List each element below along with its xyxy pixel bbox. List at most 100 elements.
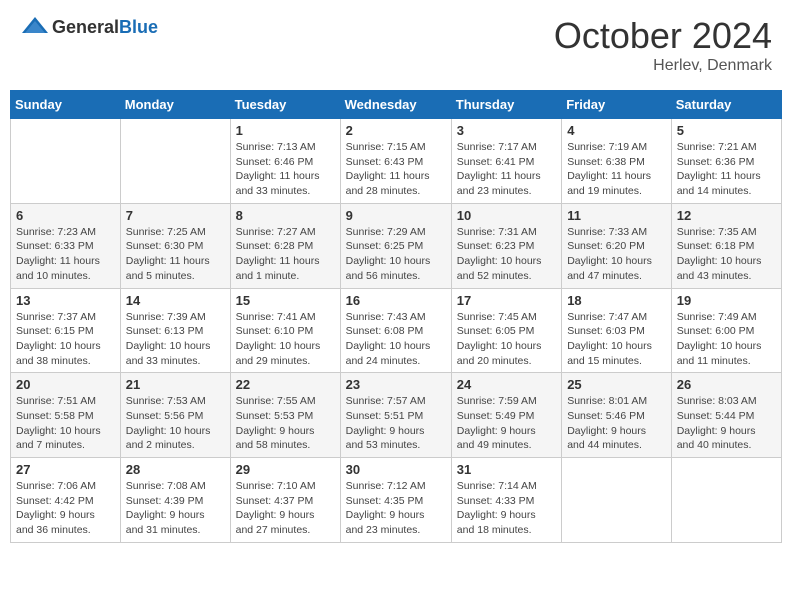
calendar-cell [11, 119, 121, 204]
day-info: Sunrise: 7:21 AM Sunset: 6:36 PM Dayligh… [677, 140, 776, 199]
day-info: Sunrise: 7:59 AM Sunset: 5:49 PM Dayligh… [457, 394, 556, 453]
weekday-header-wednesday: Wednesday [340, 91, 451, 119]
day-number: 9 [346, 208, 446, 223]
day-info: Sunrise: 7:25 AM Sunset: 6:30 PM Dayligh… [126, 225, 225, 284]
day-number: 17 [457, 293, 556, 308]
weekday-header-friday: Friday [562, 91, 672, 119]
calendar-cell: 26 Sunrise: 8:03 AM Sunset: 5:44 PM Dayli… [671, 373, 781, 458]
day-info: Sunrise: 7:13 AM Sunset: 6:46 PM Dayligh… [236, 140, 335, 199]
logo: GeneralBlue [20, 15, 158, 39]
day-info: Sunrise: 7:41 AM Sunset: 6:10 PM Dayligh… [236, 310, 335, 369]
calendar-week-1: 1 Sunrise: 7:13 AM Sunset: 6:46 PM Daylig… [11, 119, 782, 204]
day-info: Sunrise: 7:19 AM Sunset: 6:38 PM Dayligh… [567, 140, 666, 199]
day-number: 19 [677, 293, 776, 308]
day-info: Sunrise: 7:57 AM Sunset: 5:51 PM Dayligh… [346, 394, 446, 453]
calendar-cell: 12 Sunrise: 7:35 AM Sunset: 6:18 PM Dayli… [671, 203, 781, 288]
calendar-cell: 10 Sunrise: 7:31 AM Sunset: 6:23 PM Dayli… [451, 203, 561, 288]
day-info: Sunrise: 8:03 AM Sunset: 5:44 PM Dayligh… [677, 394, 776, 453]
day-number: 30 [346, 462, 446, 477]
day-number: 8 [236, 208, 335, 223]
calendar-week-3: 13 Sunrise: 7:37 AM Sunset: 6:15 PM Dayli… [11, 288, 782, 373]
page-header: GeneralBlue October 2024 Herlev, Denmark [10, 10, 782, 80]
calendar-week-5: 27 Sunrise: 7:06 AM Sunset: 4:42 PM Dayli… [11, 458, 782, 543]
day-info: Sunrise: 7:55 AM Sunset: 5:53 PM Dayligh… [236, 394, 335, 453]
calendar-cell: 9 Sunrise: 7:29 AM Sunset: 6:25 PM Daylig… [340, 203, 451, 288]
day-number: 3 [457, 123, 556, 138]
calendar-cell: 21Sunrise: 7:53 AM Sunset: 5:56 PM Dayli… [120, 373, 230, 458]
day-info: Sunrise: 7:12 AM Sunset: 4:35 PM Dayligh… [346, 479, 446, 538]
calendar-cell: 16 Sunrise: 7:43 AM Sunset: 6:08 PM Dayli… [340, 288, 451, 373]
logo-text: GeneralBlue [52, 17, 158, 38]
day-info: Sunrise: 7:39 AM Sunset: 6:13 PM Dayligh… [126, 310, 225, 369]
day-info: Sunrise: 7:08 AM Sunset: 4:39 PM Dayligh… [126, 479, 225, 538]
calendar-cell: 17 Sunrise: 7:45 AM Sunset: 6:05 PM Dayli… [451, 288, 561, 373]
calendar-cell: 27 Sunrise: 7:06 AM Sunset: 4:42 PM Dayli… [11, 458, 121, 543]
calendar-table: SundayMondayTuesdayWednesdayThursdayFrid… [10, 90, 782, 543]
day-info: Sunrise: 7:27 AM Sunset: 6:28 PM Dayligh… [236, 225, 335, 284]
day-info: Sunrise: 7:37 AM Sunset: 6:15 PM Dayligh… [16, 310, 115, 369]
weekday-header-tuesday: Tuesday [230, 91, 340, 119]
calendar-cell: 1 Sunrise: 7:13 AM Sunset: 6:46 PM Daylig… [230, 119, 340, 204]
calendar-cell: 19 Sunrise: 7:49 AM Sunset: 6:00 PM Dayli… [671, 288, 781, 373]
day-info: Sunrise: 7:43 AM Sunset: 6:08 PM Dayligh… [346, 310, 446, 369]
weekday-header-saturday: Saturday [671, 91, 781, 119]
day-info: Sunrise: 8:01 AM Sunset: 5:46 PM Dayligh… [567, 394, 666, 453]
day-number: 5 [677, 123, 776, 138]
day-number: 20 [16, 377, 115, 392]
day-info: Sunrise: 7:31 AM Sunset: 6:23 PM Dayligh… [457, 225, 556, 284]
calendar-cell [120, 119, 230, 204]
day-info: Sunrise: 7:10 AM Sunset: 4:37 PM Dayligh… [236, 479, 335, 538]
calendar-header-row: SundayMondayTuesdayWednesdayThursdayFrid… [11, 91, 782, 119]
calendar-cell: 15 Sunrise: 7:41 AM Sunset: 6:10 PM Dayli… [230, 288, 340, 373]
day-info: Sunrise: 7:53 AM Sunset: 5:56 PM Dayligh… [126, 394, 225, 453]
day-info: Sunrise: 7:47 AM Sunset: 6:03 PM Dayligh… [567, 310, 666, 369]
calendar-cell: 30 Sunrise: 7:12 AM Sunset: 4:35 PM Dayli… [340, 458, 451, 543]
day-number: 31 [457, 462, 556, 477]
day-number: 1 [236, 123, 335, 138]
calendar-cell: 7Sunrise: 7:25 AM Sunset: 6:30 PM Daylig… [120, 203, 230, 288]
calendar-week-2: 6Sunrise: 7:23 AM Sunset: 6:33 PM Daylig… [11, 203, 782, 288]
day-number: 23 [346, 377, 446, 392]
day-number: 25 [567, 377, 666, 392]
day-number: 16 [346, 293, 446, 308]
calendar-cell: 18 Sunrise: 7:47 AM Sunset: 6:03 PM Dayli… [562, 288, 672, 373]
weekday-header-thursday: Thursday [451, 91, 561, 119]
calendar-cell [671, 458, 781, 543]
day-number: 18 [567, 293, 666, 308]
day-info: Sunrise: 7:35 AM Sunset: 6:18 PM Dayligh… [677, 225, 776, 284]
month-title: October 2024 [554, 15, 772, 57]
day-info: Sunrise: 7:29 AM Sunset: 6:25 PM Dayligh… [346, 225, 446, 284]
day-number: 2 [346, 123, 446, 138]
day-info: Sunrise: 7:06 AM Sunset: 4:42 PM Dayligh… [16, 479, 115, 538]
calendar-cell: 2 Sunrise: 7:15 AM Sunset: 6:43 PM Daylig… [340, 119, 451, 204]
calendar-cell: 14Sunrise: 7:39 AM Sunset: 6:13 PM Dayli… [120, 288, 230, 373]
day-info: Sunrise: 7:23 AM Sunset: 6:33 PM Dayligh… [16, 225, 115, 284]
calendar-cell: 23 Sunrise: 7:57 AM Sunset: 5:51 PM Dayli… [340, 373, 451, 458]
day-info: Sunrise: 7:51 AM Sunset: 5:58 PM Dayligh… [16, 394, 115, 453]
calendar-week-4: 20 Sunrise: 7:51 AM Sunset: 5:58 PM Dayli… [11, 373, 782, 458]
day-number: 15 [236, 293, 335, 308]
day-number: 12 [677, 208, 776, 223]
calendar-cell: 4 Sunrise: 7:19 AM Sunset: 6:38 PM Daylig… [562, 119, 672, 204]
calendar-cell: 11Sunrise: 7:33 AM Sunset: 6:20 PM Dayli… [562, 203, 672, 288]
calendar-cell: 5 Sunrise: 7:21 AM Sunset: 6:36 PM Daylig… [671, 119, 781, 204]
weekday-header-sunday: Sunday [11, 91, 121, 119]
day-info: Sunrise: 7:49 AM Sunset: 6:00 PM Dayligh… [677, 310, 776, 369]
day-number: 10 [457, 208, 556, 223]
weekday-header-monday: Monday [120, 91, 230, 119]
day-info: Sunrise: 7:17 AM Sunset: 6:41 PM Dayligh… [457, 140, 556, 199]
day-number: 27 [16, 462, 115, 477]
day-info: Sunrise: 7:15 AM Sunset: 6:43 PM Dayligh… [346, 140, 446, 199]
calendar-cell: 29Sunrise: 7:10 AM Sunset: 4:37 PM Dayli… [230, 458, 340, 543]
calendar-cell [562, 458, 672, 543]
calendar-cell: 6Sunrise: 7:23 AM Sunset: 6:33 PM Daylig… [11, 203, 121, 288]
day-number: 26 [677, 377, 776, 392]
day-number: 11 [567, 208, 666, 223]
location: Herlev, Denmark [554, 57, 772, 75]
calendar-cell: 31Sunrise: 7:14 AM Sunset: 4:33 PM Dayli… [451, 458, 561, 543]
calendar-cell: 28Sunrise: 7:08 AM Sunset: 4:39 PM Dayli… [120, 458, 230, 543]
day-number: 4 [567, 123, 666, 138]
day-number: 24 [457, 377, 556, 392]
day-info: Sunrise: 7:45 AM Sunset: 6:05 PM Dayligh… [457, 310, 556, 369]
day-number: 13 [16, 293, 115, 308]
